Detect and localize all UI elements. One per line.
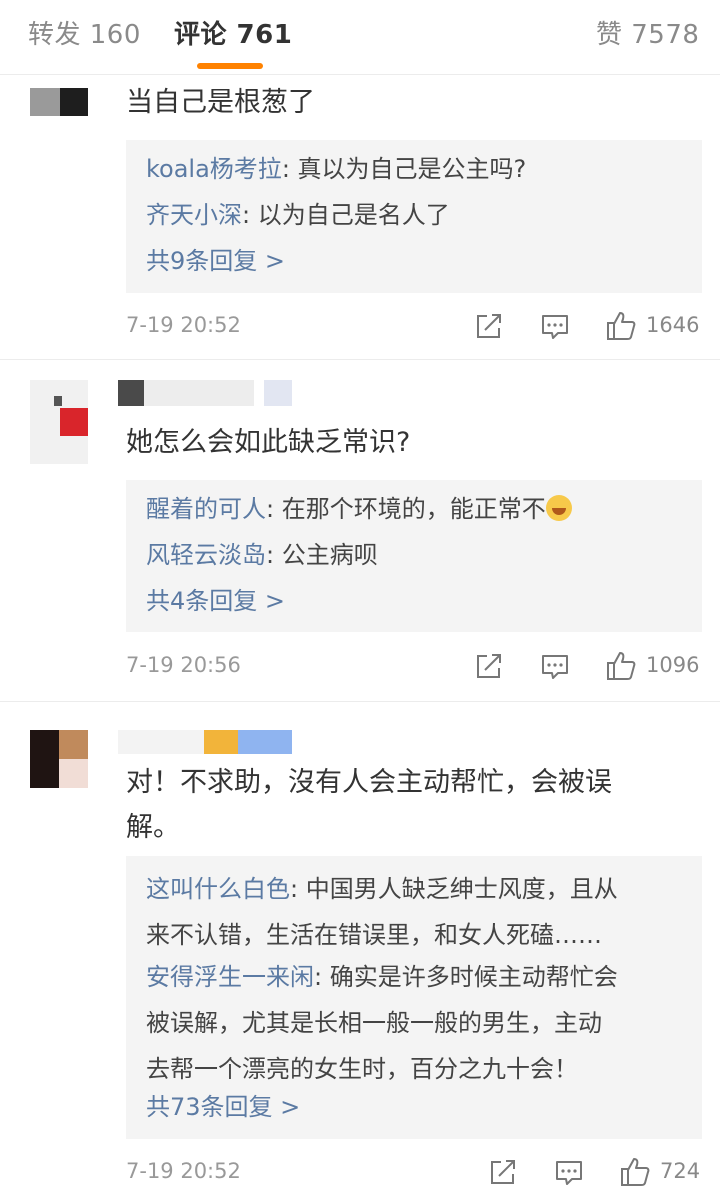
comment-footer: 7-19 20:52 724 xyxy=(126,1155,702,1191)
username-redacted[interactable] xyxy=(118,380,294,406)
reply-username[interactable]: 齐天小深 xyxy=(146,201,242,229)
repost-icon[interactable] xyxy=(472,649,506,683)
repost-icon[interactable] xyxy=(472,309,506,343)
repost-icon[interactable] xyxy=(486,1155,520,1189)
reply-username[interactable]: 这叫什么白色 xyxy=(146,875,290,903)
comment-tabs: 转发 160 评论 761 赞 7578 xyxy=(0,0,720,75)
reply-text: : 中国男人缺乏绅士风度，且从 xyxy=(290,875,618,903)
reply-item[interactable]: 安得浮生一来闲: 确实是许多时候主动帮忙会 被误解，尤其是长相一般一般的男生，主… xyxy=(146,954,686,1092)
comment-time: 7-19 20:52 xyxy=(126,1159,241,1183)
reply-text: : 在那个环境的，能正常不 xyxy=(266,495,546,523)
reply-item[interactable]: 这叫什么白色: 中国男人缺乏绅士风度，且从 来不认错，生活在错误里，和女人死磕…… xyxy=(146,866,686,958)
like-count: 724 xyxy=(660,1159,701,1183)
laugh-cry-icon xyxy=(545,495,572,521)
comment-icon[interactable] xyxy=(538,649,572,683)
comment-text-line: 解。 xyxy=(126,812,180,843)
comment-footer: 7-19 20:52 1646 xyxy=(126,309,702,345)
divider xyxy=(0,701,720,702)
reply-text: 被误解，尤其是长相一般一般的男生，主动 xyxy=(146,1009,602,1037)
comment-footer: 7-19 20:56 1096 xyxy=(126,649,702,685)
tab-repost[interactable]: 转发 160 xyxy=(28,14,141,51)
avatar[interactable] xyxy=(30,80,88,116)
tab-comments[interactable]: 评论 761 xyxy=(174,14,292,51)
reply-item[interactable]: 风轻云淡岛: 公主病呗 xyxy=(146,532,686,578)
reply-text: : 以为自己是名人了 xyxy=(242,201,450,229)
avatar[interactable] xyxy=(30,380,88,464)
comment-icon[interactable] xyxy=(552,1155,586,1189)
tab-likes[interactable]: 赞 7578 xyxy=(596,14,699,51)
reply-box: 这叫什么白色: 中国男人缺乏绅士风度，且从 来不认错，生活在错误里，和女人死磕…… xyxy=(126,856,702,1139)
reply-item[interactable]: 醒着的可人: 在那个环境的，能正常不 xyxy=(146,486,686,532)
reply-username[interactable]: 风轻云淡岛 xyxy=(146,541,266,569)
reply-item[interactable]: koala杨考拉: 真以为自己是公主吗? xyxy=(146,146,686,192)
comment-text: 她怎么会如此缺乏常识? xyxy=(126,427,411,458)
reply-text: : 真以为自己是公主吗? xyxy=(281,155,527,183)
comment-text-line: 对！不求助，沒有人会主动帮忙，会被误 xyxy=(126,767,612,798)
comment-time: 7-19 20:52 xyxy=(126,313,241,337)
like-count: 1646 xyxy=(646,313,700,337)
reply-box: 醒着的可人: 在那个环境的，能正常不 风轻云淡岛: 公主病呗 共4条回复 > xyxy=(126,480,702,632)
reply-username[interactable]: koala杨考拉 xyxy=(146,155,282,183)
more-replies-link[interactable]: 共9条回复 > xyxy=(146,238,285,284)
more-replies-link[interactable]: 共73条回复 > xyxy=(146,1084,300,1130)
comment-icon[interactable] xyxy=(538,309,572,343)
comment-text: 对！不求助，沒有人会主动帮忙，会被误 解。 xyxy=(126,760,696,850)
reply-username[interactable]: 醒着的可人 xyxy=(146,495,266,523)
more-replies-link[interactable]: 共4条回复 > xyxy=(146,578,285,624)
like-icon[interactable] xyxy=(604,649,638,683)
reply-text: 来不认错，生活在错误里，和女人死磕…… xyxy=(146,921,602,949)
reply-box: koala杨考拉: 真以为自己是公主吗? 齐天小深: 以为自己是名人了 共9条回… xyxy=(126,140,702,293)
reply-item[interactable]: 齐天小深: 以为自己是名人了 xyxy=(146,192,686,238)
reply-username[interactable]: 安得浮生一来闲 xyxy=(146,963,314,991)
avatar[interactable] xyxy=(30,730,88,788)
comment-text: 当自己是根葱了 xyxy=(126,87,315,118)
like-icon[interactable] xyxy=(604,309,638,343)
username-redacted[interactable] xyxy=(118,730,294,754)
like-icon[interactable] xyxy=(618,1155,652,1189)
like-count: 1096 xyxy=(646,653,700,677)
active-tab-indicator xyxy=(197,63,263,69)
reply-text: : 公主病呗 xyxy=(266,541,378,569)
divider xyxy=(0,359,720,360)
reply-text: : 确实是许多时候主动帮忙会 xyxy=(314,963,618,991)
comment-time: 7-19 20:56 xyxy=(126,653,241,677)
